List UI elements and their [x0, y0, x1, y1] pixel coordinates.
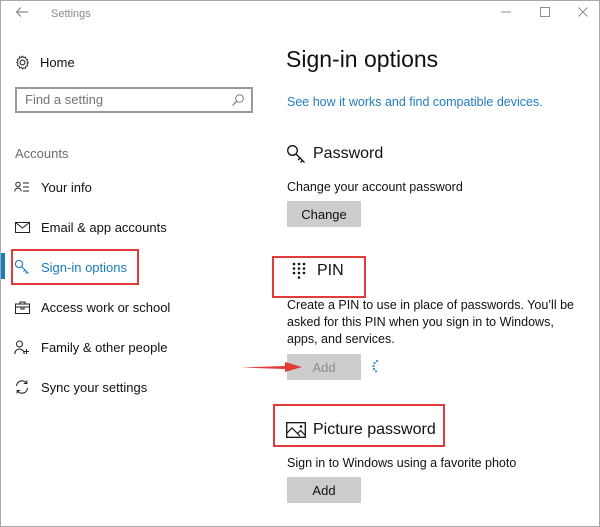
sidebar-item-your-info[interactable]: Your info: [1, 175, 241, 199]
close-button[interactable]: [573, 6, 593, 22]
home-link[interactable]: Home: [14, 53, 75, 71]
pin-title: PIN: [317, 262, 344, 279]
sidebar: Home Accounts Your info Email & app acco…: [1, 29, 269, 527]
gear-icon: [14, 54, 30, 70]
sidebar-item-sync-your-settings[interactable]: Sync your settings: [1, 375, 241, 399]
key-icon: [14, 259, 30, 275]
picture-password-title: Picture password: [313, 421, 436, 438]
sidebar-item-label: Family & other people: [41, 339, 168, 355]
sidebar-item-label: Sign-in options: [41, 259, 127, 275]
person-add-icon: [14, 339, 30, 355]
minimize-button[interactable]: [496, 6, 516, 22]
page-title: Sign-in options: [286, 46, 439, 72]
help-link[interactable]: See how it works and find compatible dev…: [287, 95, 543, 109]
close-icon: [578, 7, 588, 17]
sidebar-item-sign-in-options[interactable]: Sign-in options: [1, 255, 241, 279]
maximize-button[interactable]: [535, 6, 555, 22]
home-label: Home: [40, 54, 75, 70]
pin-description: Create a PIN to use in place of password…: [287, 298, 574, 346]
mail-icon: [14, 219, 30, 235]
password-section-header: Password: [285, 143, 383, 165]
sidebar-item-label: Access work or school: [41, 299, 171, 315]
add-pin-button[interactable]: Add: [287, 354, 361, 380]
change-password-button[interactable]: Change: [287, 201, 361, 227]
search-icon[interactable]: [231, 93, 245, 107]
sidebar-item-label: Your info: [41, 179, 92, 195]
search-box[interactable]: [15, 87, 253, 113]
briefcase-icon: [14, 299, 30, 315]
person-card-icon: [14, 179, 30, 195]
key-icon: [285, 143, 307, 165]
picture-icon: [285, 419, 307, 441]
sidebar-item-label: Sync your settings: [41, 379, 148, 395]
sidebar-item-family-other-people[interactable]: Family & other people: [1, 335, 241, 359]
sync-icon: [14, 379, 30, 395]
keypad-icon: [289, 260, 311, 282]
title-bar: Settings: [1, 1, 599, 29]
app-title: Settings: [51, 8, 91, 20]
back-arrow-icon: [15, 7, 28, 17]
sidebar-item-access-work-or-school[interactable]: Access work or school: [1, 295, 241, 319]
picture-password-description: Sign in to Windows using a favorite phot…: [287, 456, 517, 470]
search-input[interactable]: [25, 92, 225, 107]
minimize-icon: [501, 11, 511, 13]
picture-password-section-header: Picture password: [285, 419, 436, 441]
sidebar-item-email-app-accounts[interactable]: Email & app accounts: [1, 215, 241, 239]
pin-section-header: PIN: [289, 260, 344, 282]
password-title: Password: [313, 145, 384, 162]
sidebar-item-label: Email & app accounts: [41, 219, 167, 235]
section-label-accounts: Accounts: [15, 146, 69, 161]
maximize-icon: [540, 7, 550, 17]
main-content: Sign-in options See how it works and fin…: [269, 29, 600, 527]
add-picture-password-button[interactable]: Add: [287, 477, 361, 503]
loading-spinner-icon: [369, 359, 381, 373]
settings-window: Settings Home Accounts: [0, 0, 600, 527]
back-button[interactable]: [13, 5, 31, 23]
password-description: Change your account password: [287, 180, 463, 194]
